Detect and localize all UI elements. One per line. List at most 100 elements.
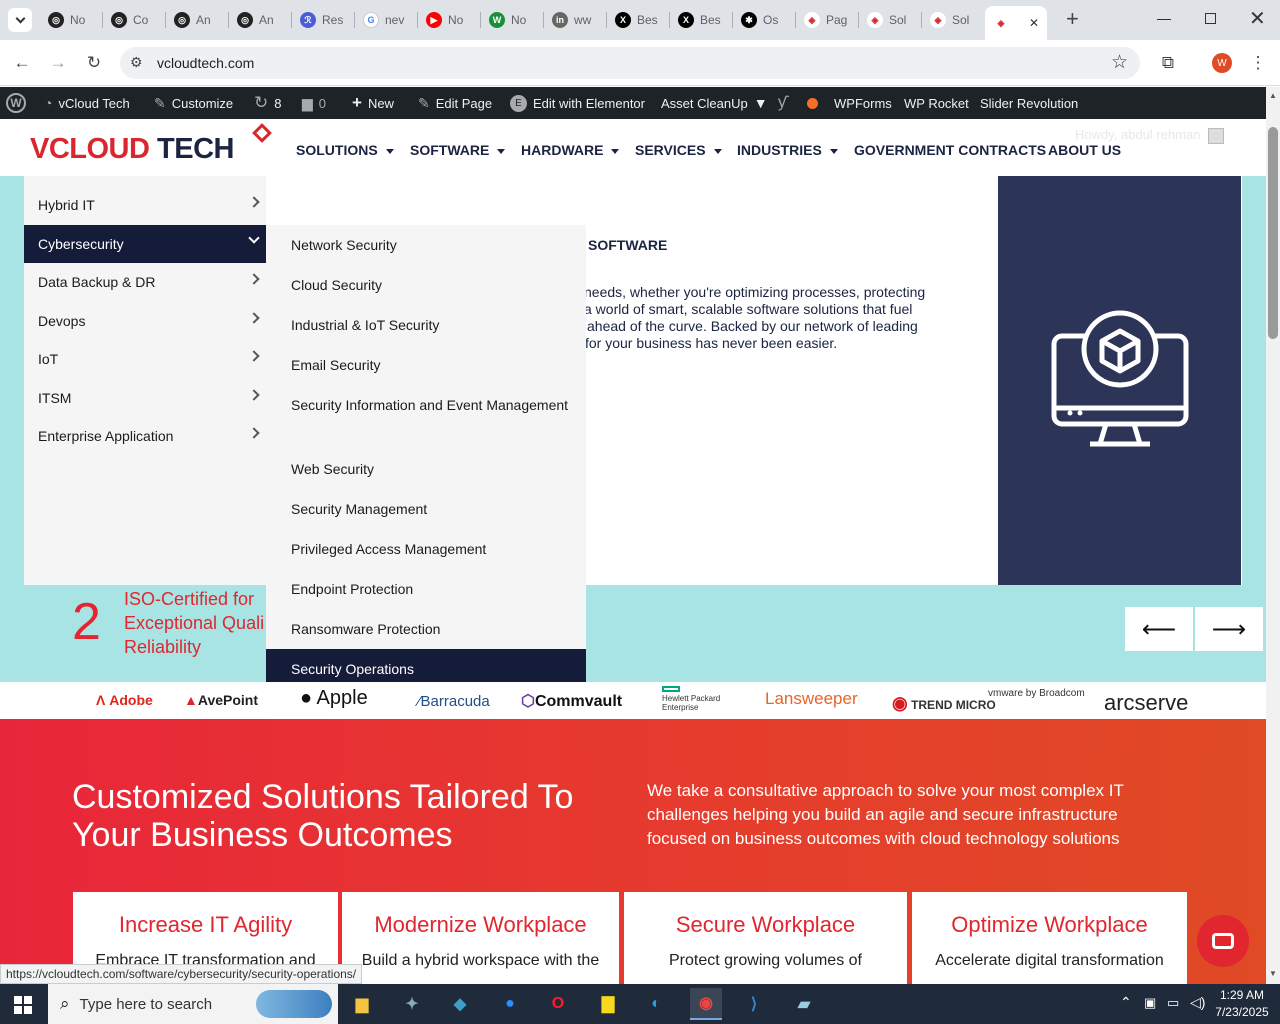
browser-tab[interactable]: in ww [544,6,606,34]
tab-search-button[interactable] [8,8,32,32]
profile-avatar[interactable]: W [1212,53,1232,73]
file-explorer-icon[interactable]: ▆ [346,988,378,1020]
nav-item-industries[interactable]: INDUSTRIES [737,142,838,158]
app-icon[interactable]: ✦ [396,988,428,1020]
megamenu-submenu-item[interactable]: Ransomware Protection [291,617,571,641]
wp-customize-link[interactable]: ✎ Customize [154,87,233,119]
megamenu-submenu-item[interactable]: Security Management [291,497,571,521]
megamenu-submenu-item[interactable]: Privileged Access Management [291,537,571,561]
browser-tab[interactable]: Gnev [355,6,417,34]
minimize-button[interactable] [1157,10,1171,24]
scroll-down-icon[interactable]: ▼ [1269,969,1277,978]
nav-item-hardware[interactable]: HARDWARE [521,142,620,158]
status-dot-icon[interactable] [807,87,818,119]
wp-slider-link[interactable]: Slider Revolution [980,87,1078,119]
megamenu-submenu-item[interactable]: Industrial & IoT Security [291,313,571,337]
browser-tab[interactable]: X Bes [670,6,732,34]
scroll-up-icon[interactable]: ▲ [1269,91,1277,100]
nav-item-software[interactable]: SOFTWARE [410,142,506,158]
browser-tab[interactable]: ◈ Pag [796,6,858,34]
reload-icon[interactable]: ↻ [82,51,106,75]
site-info-icon[interactable]: ⚙ [130,54,143,71]
edge-icon[interactable]: ◐ [640,988,672,1020]
volume-icon[interactable]: ◁) [1190,994,1205,1011]
clock[interactable]: 1:29 AM 7/23/2025 [1214,987,1270,1021]
browser-tab[interactable]: ▶ No [418,6,480,34]
wp-wpforms-link[interactable]: WPForms [834,87,892,119]
megamenu-submenu-item[interactable]: Network Security [291,233,571,257]
slider-next-button[interactable]: ⟶ [1195,607,1263,651]
browser-tab[interactable]: ◈ ✕ [985,6,1047,40]
solution-card[interactable]: Secure Workplace Protect growing volumes … [624,892,907,984]
wp-rocket-link[interactable]: WP Rocket [904,87,969,119]
bookmark-star-icon[interactable]: ☆ [1111,51,1128,74]
browser-tab[interactable]: W No [481,6,543,34]
megamenu-submenu-item[interactable]: Cloud Security [291,273,571,297]
slider-prev-button[interactable]: ⟵ [1125,607,1193,651]
megamenu-category-item[interactable]: ITSM [24,379,266,417]
new-tab-button[interactable]: + [1066,8,1086,32]
restore-button[interactable] [1205,13,1216,24]
howdy-user[interactable]: Howdy, abdul rehman [1075,127,1225,144]
browser-tab[interactable]: ◎ An [229,6,291,34]
browser-tab[interactable]: ◈ Sol [922,6,984,34]
browser-tab[interactable]: ◈ Sol [859,6,921,34]
taskbar-search-box[interactable]: ⌕ Type here to search [48,984,338,1024]
extensions-icon[interactable]: ⧉ [1156,51,1180,75]
x-icon: X [615,12,631,28]
zoom-icon[interactable]: ● [494,988,526,1020]
close-tab-icon[interactable]: ✕ [1029,16,1039,30]
browser-tab[interactable]: ◎ No [40,6,102,34]
close-window-button[interactable]: ✕ [1249,6,1266,31]
megamenu-category-item[interactable]: IoT [24,340,266,378]
app-icon[interactable]: ▰ [788,988,820,1020]
chat-button[interactable] [1197,915,1249,967]
opera-icon[interactable]: O [542,988,574,1020]
wp-elementor-link[interactable]: E Edit with Elementor [510,87,645,119]
app-icon[interactable]: ◆ [444,988,476,1020]
page-scrollbar[interactable]: ▲ ▼ [1266,87,1280,984]
nav-item-government-contracts[interactable]: GOVERNMENT CONTRACTS [854,142,1046,158]
nav-item-about-us[interactable]: ABOUT US [1048,142,1121,158]
megamenu-category-item[interactable]: Enterprise Application [24,417,266,455]
wp-site-link[interactable]: ◔ vCloud Tech [44,87,130,119]
wordpress-logo-icon[interactable]: W [6,87,26,119]
nav-item-solutions[interactable]: SOLUTIONS [296,142,394,158]
megamenu-submenu-item[interactable]: Web Security [291,457,571,481]
forward-icon[interactable]: → [46,51,70,75]
chrome-icon[interactable]: ◉ [690,988,722,1020]
address-bar[interactable]: ⚙ vcloudtech.com ☆ [120,47,1140,79]
nav-item-services[interactable]: SERVICES [635,142,722,158]
wp-comments-link[interactable]: ▆ 0 [302,87,326,119]
wp-edit-page-link[interactable]: ✎ Edit Page [418,87,492,119]
network-icon[interactable]: ▭ [1167,995,1179,1011]
yoast-icon[interactable]: ƴ [778,87,786,119]
megamenu-submenu-item[interactable]: Email Security [291,353,571,377]
browser-tab[interactable]: ✱ Os [733,6,795,34]
wp-updates-link[interactable]: ↻ 8 [254,87,281,119]
megamenu-submenu-item[interactable]: Endpoint Protection [291,577,571,601]
scroll-thumb[interactable] [1268,127,1278,339]
megamenu-category-item[interactable]: Cybersecurity [24,225,266,263]
sticky-notes-icon[interactable]: ▇ [592,988,624,1020]
browser-tab[interactable]: ℛ Res [292,6,354,34]
browser-tab-title: An [196,13,211,27]
browser-tab[interactable]: ◎ An [166,6,228,34]
wp-new-link[interactable]: + New [352,87,394,119]
tray-chevron-icon[interactable]: ⌃ [1120,994,1132,1011]
browser-tab[interactable]: X Bes [607,6,669,34]
megamenu-category-item[interactable]: Devops [24,302,266,340]
back-icon[interactable]: ← [10,51,34,75]
solution-card[interactable]: Optimize Workplace Accelerate digital tra… [912,892,1187,984]
megamenu-submenu-item[interactable]: Security Information and Event Managemen… [291,393,571,417]
windows-start-icon[interactable] [14,996,32,1014]
browser-tab[interactable]: ◎ Co [103,6,165,34]
wp-asset-cleanup-link[interactable]: Asset CleanUp ▼ [661,87,768,119]
megamenu-category-item[interactable]: Hybrid IT [24,186,266,224]
menu-kebab-icon[interactable]: ⋮ [1246,51,1270,75]
solution-card[interactable]: Modernize Workplace Build a hybrid worksp… [342,892,619,984]
tray-icon[interactable]: ▣ [1144,995,1156,1011]
site-logo[interactable]: VCLOUD TECH [30,133,234,166]
megamenu-category-item[interactable]: Data Backup & DR [24,263,266,301]
vscode-icon[interactable]: ⟩ [738,988,770,1020]
